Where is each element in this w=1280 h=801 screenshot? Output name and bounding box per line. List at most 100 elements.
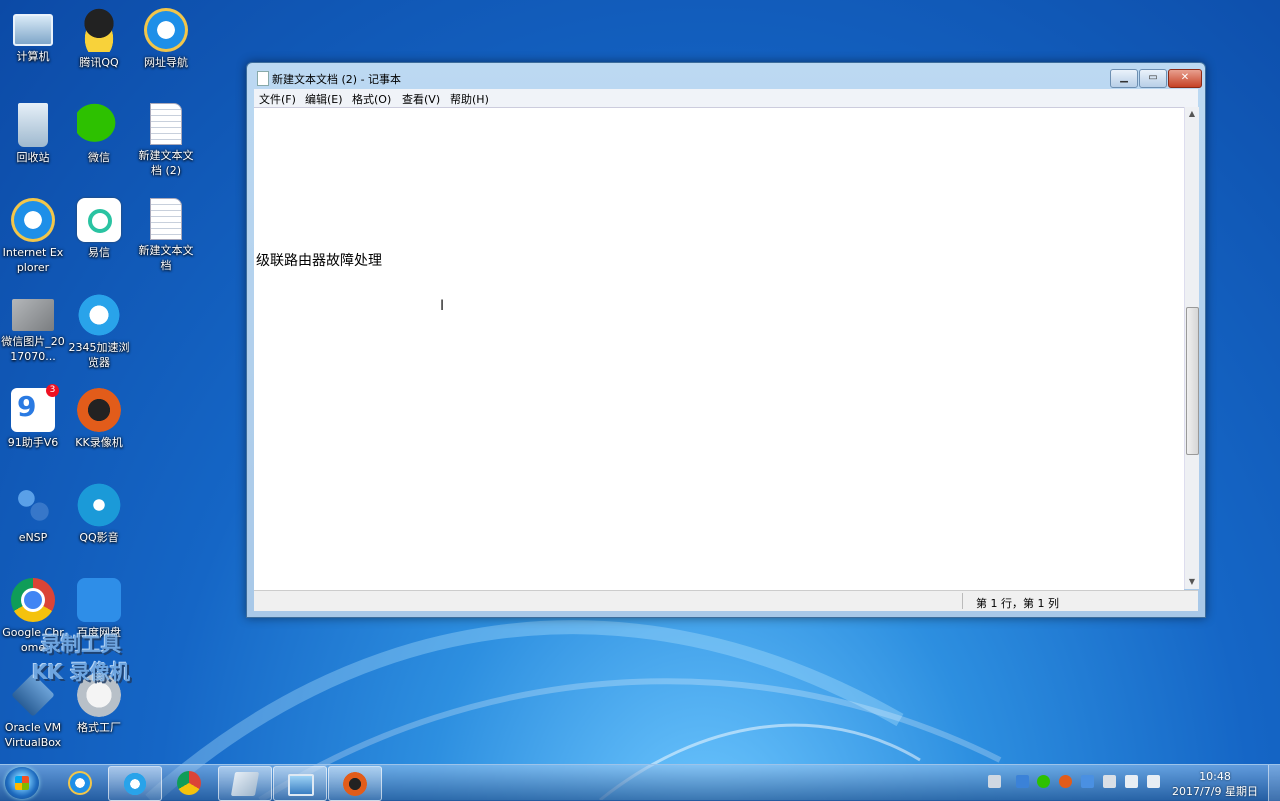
desktop-icon-label: QQ影音 [79, 531, 119, 544]
desktop-icon-label: Internet Explorer [2, 246, 64, 274]
desktop-icon-ensp[interactable]: eNSP [1, 481, 65, 545]
taskbar-internet-explorer[interactable] [54, 766, 106, 799]
text-file-icon [150, 198, 182, 240]
editor-content: 级联路由器故障处理 [256, 253, 382, 269]
vertical-scrollbar[interactable]: ▲ ▼ [1184, 107, 1199, 589]
text-editor[interactable]: 级联路由器故障处理 I [254, 107, 1184, 590]
watermark-line1: 录制工具 [40, 632, 121, 656]
desktop-icon-text-file[interactable]: 新建文本文档 [134, 196, 198, 273]
status-divider [962, 593, 963, 609]
close-button[interactable]: ✕ [1168, 69, 1202, 88]
menu-view[interactable]: 查看(V) [402, 91, 440, 107]
clock[interactable]: 10:48 2017/7/9 星期日 [1170, 769, 1260, 799]
cursor-position: 第 1 行，第 1 列 [976, 597, 1059, 610]
recorder-watermark: 录制工具 KK 录像机 [32, 630, 130, 686]
ie-icon [11, 198, 55, 242]
desktop-icon-qq[interactable]: 腾讯QQ [67, 6, 131, 70]
notepad-icon [257, 71, 269, 86]
scroll-down-icon[interactable]: ▼ [1185, 575, 1199, 589]
scroll-thumb[interactable] [1186, 307, 1199, 455]
desktop-icon-label: 易信 [88, 246, 110, 259]
notepad-icon [230, 772, 260, 796]
maximize-button[interactable]: ▭ [1139, 69, 1167, 88]
desktop-icon-label: 回收站 [16, 151, 50, 164]
taskbar-notepad[interactable] [218, 766, 272, 801]
desktop-icon-wechat[interactable]: 微信 [67, 101, 131, 165]
text-file-icon [150, 103, 182, 145]
taskbar: 10:48 2017/7/9 星期日 [0, 764, 1280, 801]
minimize-button[interactable]: ▁ [1110, 69, 1138, 88]
menu-format[interactable]: 格式(O) [352, 91, 391, 107]
window-titlebar[interactable]: 新建文本文档 (2) - 记事本 ▁ ▭ ✕ [247, 63, 1205, 89]
notepad-window[interactable]: 新建文本文档 (2) - 记事本 ▁ ▭ ✕ 文件(F) 编辑(E) 格式(O)… [246, 62, 1206, 618]
desktop-icon-2345-browser[interactable]: 2345加速浏览器 [67, 291, 131, 370]
show-desktop-button[interactable] [1268, 765, 1280, 801]
taskbar-chrome[interactable] [163, 766, 215, 799]
desktop-icon-label: eNSP [18, 531, 48, 544]
wechat-icon[interactable] [1037, 775, 1050, 788]
menu-file[interactable]: 文件(F) [259, 91, 296, 107]
desktop-icon-label: 2345加速浏览器 [68, 341, 130, 369]
desktop-icon-label: 新建文本文档 (2) [138, 149, 194, 177]
clock-time: 10:48 [1199, 770, 1231, 783]
chrome-icon [177, 771, 201, 795]
desktop-icon-internet-explorer[interactable]: Internet Explorer [1, 196, 65, 275]
desktop-icon-kk-recorder[interactable]: KK录像机 [67, 386, 131, 450]
text-cursor-icon: I [440, 298, 445, 314]
taskbar-kk-recorder[interactable] [328, 766, 382, 801]
desktop-icon-computer[interactable]: 计算机 [1, 6, 65, 64]
qq-icon [77, 8, 121, 52]
network-icon[interactable] [1125, 775, 1138, 788]
notification-badge: 3 [46, 384, 59, 397]
desktop-icon-label: KK录像机 [75, 436, 123, 449]
keyboard-icon[interactable] [988, 775, 1001, 788]
browser-2345-icon [77, 293, 121, 337]
assistant-91-icon: 3 [11, 384, 59, 432]
kk-recorder-icon [77, 388, 121, 432]
status-bar: 第 1 行，第 1 列 [254, 590, 1198, 611]
desktop-icon-label: 格式工厂 [77, 721, 121, 734]
desktop-icon-yixin[interactable]: 易信 [67, 196, 131, 260]
minimize-icon: ▁ [1120, 72, 1128, 83]
image-file-icon [12, 299, 54, 331]
wechat-icon [77, 103, 121, 147]
clock-date: 2017/7/9 星期日 [1172, 785, 1258, 798]
desktop-icon-label: 微信图片_2017070... [1, 335, 65, 363]
qq-player-icon [77, 483, 121, 527]
ie-icon [144, 8, 188, 52]
desktop-icon-label: Oracle VM VirtualBox [4, 721, 62, 749]
ie-icon [68, 771, 92, 795]
desktop-icon-label: 91助手V6 [7, 436, 59, 449]
taskbar-picture-viewer[interactable] [273, 766, 327, 801]
yixin-icon [77, 198, 121, 242]
close-icon: ✕ [1180, 72, 1190, 83]
taskbar-2345-browser[interactable] [108, 766, 162, 801]
desktop-icon-label: 网址导航 [144, 56, 188, 69]
kk-recorder-icon[interactable] [1059, 775, 1072, 788]
chrome-icon [11, 578, 55, 622]
desktop-icon-label: 微信 [88, 151, 110, 164]
desktop-icon-91-assistant[interactable]: 3 91助手V6 [1, 384, 65, 450]
shield-icon[interactable] [1016, 775, 1029, 788]
desktop-icon-label: 计算机 [16, 50, 50, 63]
desktop-icon-qq-player[interactable]: QQ影音 [67, 481, 131, 545]
watermark-line2: KK 录像机 [32, 660, 130, 684]
desktop-icon-label: 腾讯QQ [79, 56, 119, 69]
volume-alert-icon[interactable] [1103, 775, 1116, 788]
menu-help[interactable]: 帮助(H) [450, 91, 489, 107]
scroll-up-icon[interactable]: ▲ [1185, 107, 1199, 121]
desktop-icon-label: 新建文本文档 [138, 244, 194, 272]
start-button[interactable] [5, 767, 39, 799]
desktop-icon-url-nav[interactable]: 网址导航 [134, 6, 198, 70]
security-icon[interactable] [1081, 775, 1094, 788]
menu-edit[interactable]: 编辑(E) [305, 91, 343, 107]
desktop-icon-text-file-2[interactable]: 新建文本文档 (2) [134, 101, 198, 178]
volume-icon[interactable] [1147, 775, 1160, 788]
desktop-icon-wechat-image[interactable]: 微信图片_2017070... [1, 291, 65, 364]
browser-2345-icon [123, 772, 147, 796]
picture-icon [288, 774, 314, 796]
window-title: 新建文本文档 (2) - 记事本 [272, 73, 402, 86]
kk-recorder-icon [343, 772, 367, 796]
ensp-icon [11, 483, 55, 527]
desktop-icon-recycle-bin[interactable]: 回收站 [1, 101, 65, 165]
